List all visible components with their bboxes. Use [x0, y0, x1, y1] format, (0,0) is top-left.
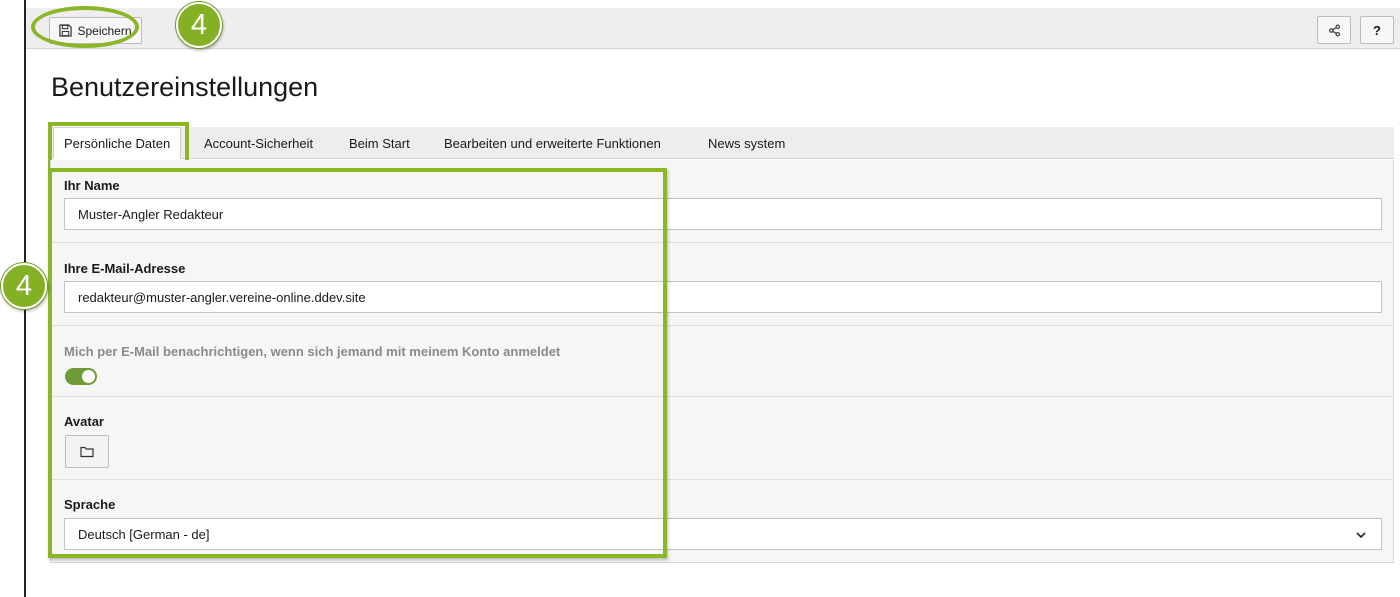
save-button[interactable]: Speichern — [49, 17, 142, 44]
tab-startup[interactable]: Beim Start — [349, 127, 410, 159]
language-field-row: Sprache Deutsch [German - de] — [51, 480, 1393, 562]
tab-personal-data[interactable]: Persönliche Daten — [53, 127, 182, 159]
callout-badge-toolbar: 4 — [176, 2, 222, 48]
help-button[interactable]: ? — [1360, 16, 1394, 44]
email-field-label: Ihre E-Mail-Adresse — [64, 261, 186, 276]
avatar-select-button[interactable] — [65, 435, 109, 468]
notify-field-row: Mich per E-Mail benachrichtigen, wenn si… — [51, 326, 1393, 397]
folder-icon — [80, 446, 94, 457]
email-input[interactable]: redakteur@muster-angler.vereine-online.d… — [64, 281, 1382, 313]
toggle-knob — [82, 370, 95, 383]
notify-toggle[interactable] — [65, 368, 97, 385]
share-button[interactable] — [1317, 16, 1351, 44]
module-toolbar: Speichern ? — [26, 8, 1400, 49]
tab-news-system[interactable]: News system — [708, 127, 785, 159]
avatar-field-row: Avatar — [51, 397, 1393, 480]
save-button-label: Speichern — [77, 23, 132, 38]
settings-panel: Ihr Name Muster-Angler Redakteur Ihre E-… — [50, 160, 1394, 563]
language-field-label: Sprache — [64, 497, 116, 512]
tab-editing-advanced[interactable]: Bearbeiten und erweiterte Funktionen — [444, 127, 661, 159]
save-icon — [59, 24, 73, 37]
tab-account-security[interactable]: Account-Sicherheit — [204, 127, 313, 159]
language-select-value: Deutsch [German - de] — [78, 526, 210, 542]
tab-bar: Persönliche Daten Account-Sicherheit Bei… — [50, 127, 1394, 159]
notify-field-label: Mich per E-Mail benachrichtigen, wenn si… — [64, 344, 561, 359]
share-icon — [1328, 24, 1340, 36]
email-field-row: Ihre E-Mail-Adresse redakteur@muster-ang… — [51, 243, 1393, 326]
name-field-row: Ihr Name Muster-Angler Redakteur — [51, 160, 1393, 243]
avatar-field-label: Avatar — [64, 414, 104, 429]
page-title: Benutzereinstellungen — [51, 72, 319, 102]
name-field-label: Ihr Name — [64, 178, 120, 193]
callout-badge-fields: 4 — [1, 263, 47, 309]
chevron-down-icon — [1356, 532, 1366, 539]
language-select[interactable]: Deutsch [German - de] — [64, 518, 1382, 550]
name-input[interactable]: Muster-Angler Redakteur — [64, 198, 1382, 230]
